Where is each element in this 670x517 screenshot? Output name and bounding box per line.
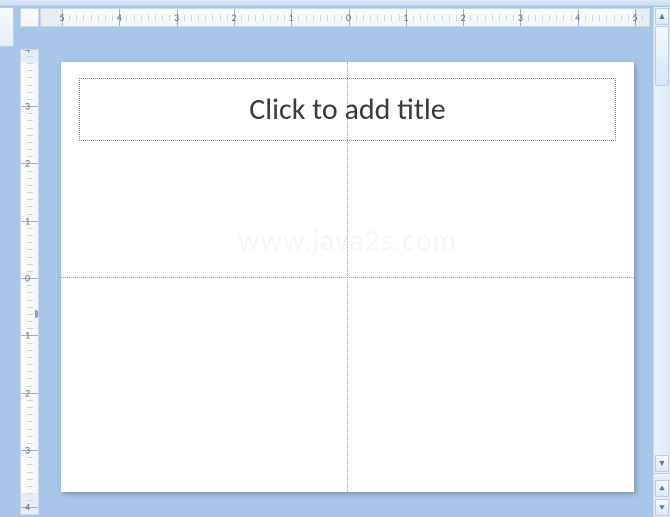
scroll-up-button[interactable]: ▲ <box>655 8 669 25</box>
drawing-guide-horizontal[interactable] <box>61 277 634 278</box>
ruler-corner <box>20 8 39 27</box>
scroll-down-button[interactable]: ▼ <box>655 455 669 472</box>
ruler-margin-marker-icon[interactable] <box>35 308 39 320</box>
scroll-track[interactable] <box>654 26 670 454</box>
chevron-down-icon: ▼ <box>658 458 667 469</box>
scrollbar-separator <box>654 473 670 479</box>
scroll-thumb[interactable] <box>655 26 669 86</box>
double-chevron-up-icon: ⯅ <box>658 482 666 495</box>
chevron-up-icon: ▲ <box>658 11 667 22</box>
vertical-scrollbar[interactable]: ▲ ▼ ⯅ ⯆ <box>653 7 670 517</box>
horizontal-ruler[interactable]: 54321012345 <box>40 8 650 27</box>
title-placeholder[interactable]: Click to add title <box>79 78 616 141</box>
vertical-ruler[interactable]: 432101234 <box>20 49 39 515</box>
previous-slide-button[interactable]: ⯅ <box>655 480 669 497</box>
ribbon-edge <box>0 0 670 6</box>
title-placeholder-text: Click to add title <box>249 91 445 128</box>
next-slide-button[interactable]: ⯆ <box>655 499 669 516</box>
watermark-text: www.java2s.com <box>61 222 634 259</box>
slide[interactable]: Click to add title www.java2s.com <box>61 62 634 492</box>
double-chevron-down-icon: ⯆ <box>658 501 666 514</box>
slide-thumbnails-pane[interactable] <box>0 7 14 47</box>
slide-canvas-area[interactable]: Click to add title www.java2s.com <box>41 30 651 515</box>
